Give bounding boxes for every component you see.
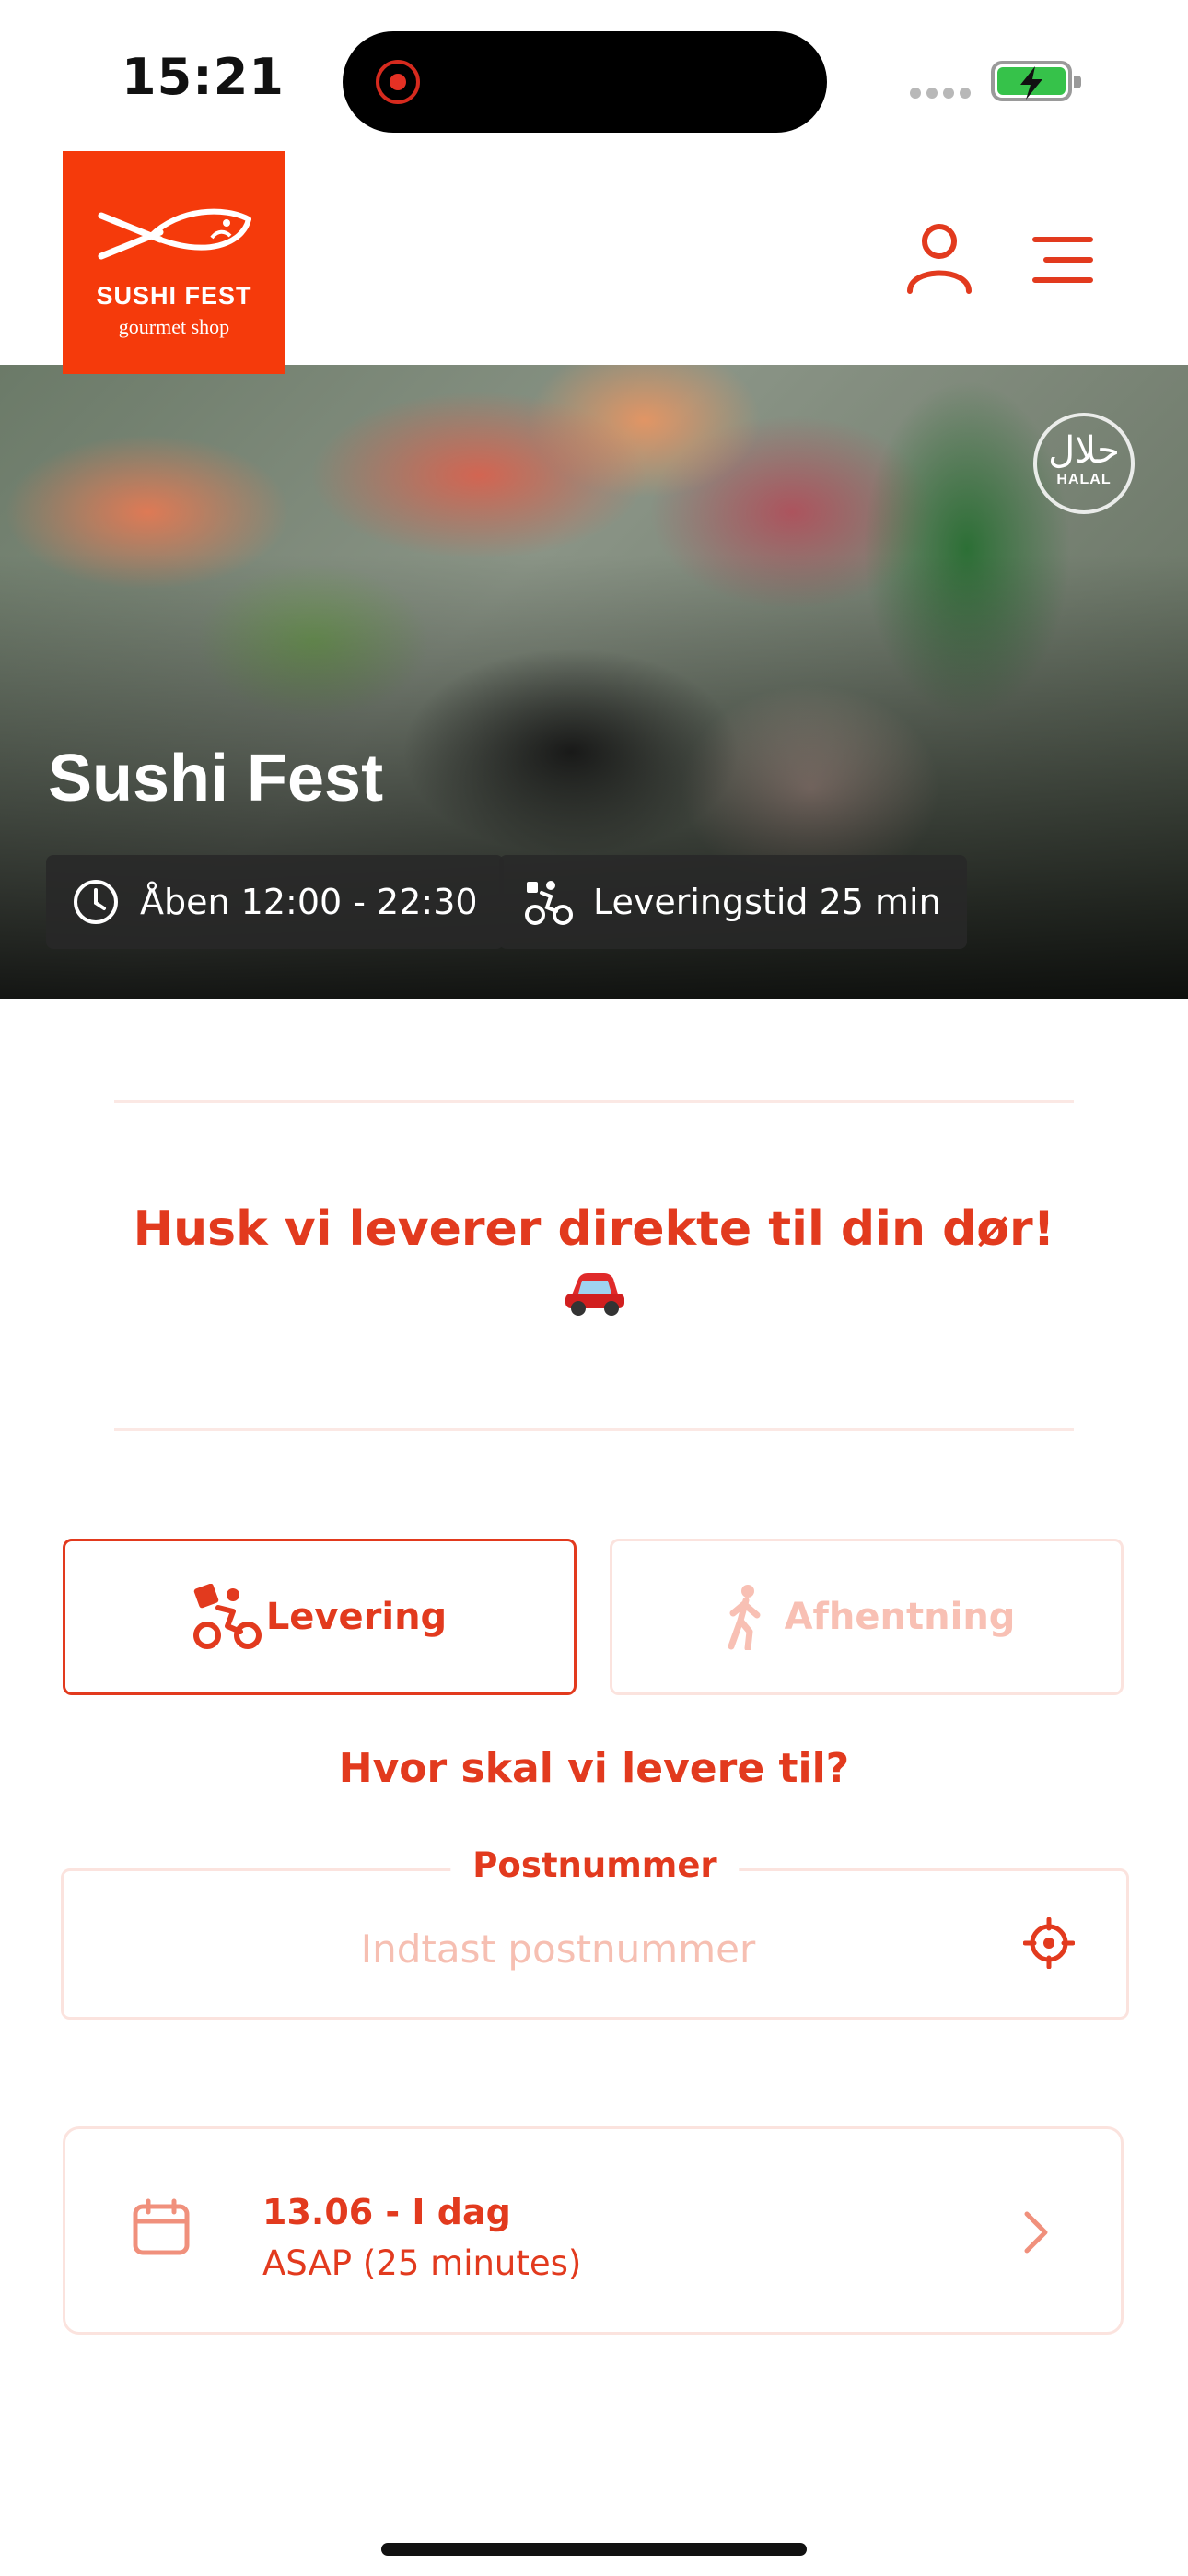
locate-button[interactable]: [1022, 1916, 1076, 1973]
brand-tagline: gourmet shop: [118, 315, 230, 338]
fish-logo-icon: [98, 208, 251, 260]
restaurant-title: Sushi Fest: [48, 742, 384, 815]
schedule-time: ASAP (25 minutes): [262, 2243, 582, 2283]
delivery-bike-icon: [192, 1584, 262, 1649]
chevron-right-icon: [1024, 2211, 1048, 2254]
home-indicator[interactable]: [381, 2543, 807, 2556]
brand-name: SUSHI FEST: [96, 282, 252, 310]
schedule-date: 13.06 - I dag: [262, 2192, 511, 2232]
postal-code-input[interactable]: [119, 1915, 997, 1982]
car-icon: [564, 1270, 626, 1322]
delivery-bike-icon: [525, 881, 573, 925]
brand-logo[interactable]: SUSHI FEST gourmet shop: [63, 151, 285, 374]
menu-icon: [1032, 237, 1093, 283]
walking-person-icon: [728, 1585, 761, 1650]
opening-hours-chip: Åben 12:00 - 22:30: [46, 855, 504, 949]
postal-code-label: Postnummer: [450, 1845, 740, 1885]
divider-bottom: [114, 1428, 1074, 1431]
clock-icon: [74, 880, 118, 924]
dynamic-island: [343, 31, 827, 133]
delivery-question: Hvor skal vi levere til?: [338, 1745, 850, 1792]
delivery-mode-label: Levering: [265, 1596, 448, 1638]
pickup-mode-label: Afhentning: [784, 1596, 1016, 1638]
postal-code-field: Postnummer: [61, 1845, 1129, 2020]
delivery-time-text: Leveringstid 25 min: [593, 882, 941, 922]
recording-indicator-icon: [376, 60, 420, 104]
app-header: SUSHI FEST gourmet shop: [0, 147, 1188, 374]
status-bar: 15:21: [0, 0, 1188, 147]
halal-label: HALAL: [1056, 472, 1112, 487]
status-time: 15:21: [122, 48, 285, 106]
calendar-icon: [133, 2198, 190, 2255]
halal-arabic-text: حلال: [1048, 429, 1120, 472]
delivery-time-selector[interactable]: 13.06 - I dag ASAP (25 minutes): [63, 2126, 1124, 2335]
account-button[interactable]: [903, 221, 976, 295]
divider-top: [114, 1100, 1074, 1103]
delivery-mode-button[interactable]: Levering: [63, 1539, 577, 1695]
battery-icon: [991, 61, 1081, 101]
pickup-mode-button[interactable]: Afhentning: [610, 1539, 1124, 1695]
crosshair-location-icon: [1022, 1916, 1076, 1970]
signal-icon: [910, 87, 976, 103]
promo-message: Husk vi leverer direkte til din dør!: [133, 1201, 1055, 1257]
delivery-time-chip: Leveringstid 25 min: [499, 855, 967, 949]
menu-button[interactable]: [1030, 234, 1096, 286]
hero-banner: حلال HALAL Sushi Fest Åben 12:00 - 22:30…: [0, 365, 1188, 999]
opening-hours-text: Åben 12:00 - 22:30: [140, 882, 478, 922]
user-icon: [907, 224, 972, 294]
halal-badge: حلال HALAL: [1033, 413, 1135, 514]
